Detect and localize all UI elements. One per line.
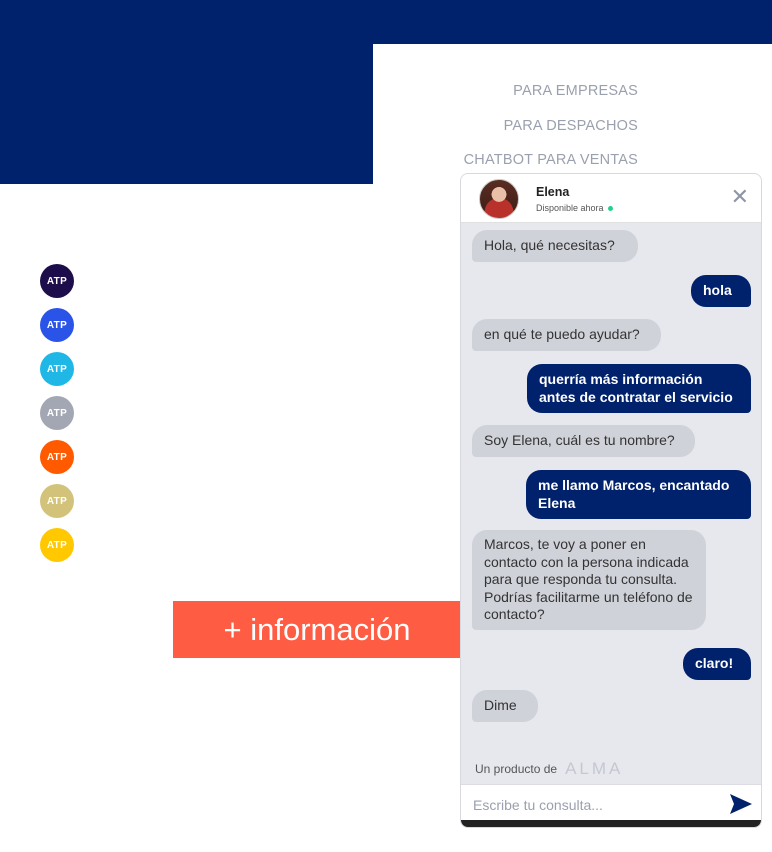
more-info-button[interactable]: + información bbox=[173, 601, 461, 658]
atp-logo: ATP bbox=[40, 440, 74, 474]
agent-status-text: Disponible ahora bbox=[536, 203, 604, 213]
user-message: claro! bbox=[683, 648, 751, 680]
powered-by-text: Un producto de bbox=[475, 762, 558, 776]
chat-input-row bbox=[461, 784, 761, 823]
hero-block bbox=[0, 44, 373, 184]
bot-message: en qué te puedo ayudar? bbox=[472, 319, 661, 351]
user-message: querría más información antes de contrat… bbox=[527, 364, 751, 413]
bot-message: Dime bbox=[472, 690, 538, 722]
chat-header: Elena Disponible ahora ✕ bbox=[461, 174, 761, 223]
avatar bbox=[479, 179, 519, 219]
main-nav: PARA EMPRESAS PARA DESPACHOS CHATBOT PAR… bbox=[464, 74, 638, 178]
atp-logo: ATP bbox=[40, 528, 74, 562]
bot-message: Soy Elena, cuál es tu nombre? bbox=[472, 425, 695, 457]
hero-top-band bbox=[0, 0, 772, 44]
bot-message: Hola, qué necesitas? bbox=[472, 230, 638, 262]
chat-widget: Elena Disponible ahora ✕ Hola, qué neces… bbox=[460, 173, 762, 828]
user-message: me llamo Marcos, encantado Elena bbox=[526, 470, 751, 519]
chat-input[interactable] bbox=[471, 793, 725, 817]
nav-item-empresas[interactable]: PARA EMPRESAS bbox=[464, 74, 638, 109]
atp-logo: ATP bbox=[40, 264, 74, 298]
close-icon[interactable]: ✕ bbox=[731, 186, 749, 208]
alma-logo: ALMA bbox=[565, 759, 624, 778]
agent-status: Disponible ahora bbox=[536, 203, 613, 213]
bot-message: Marcos, te voy a poner en contacto con l… bbox=[472, 530, 706, 630]
client-logos: ATP ATP ATP ATP ATP ATP ATP bbox=[40, 264, 74, 572]
chat-bottom-bar bbox=[461, 820, 761, 827]
atp-logo: ATP bbox=[40, 308, 74, 342]
online-dot-icon bbox=[607, 206, 613, 212]
agent-name: Elena bbox=[536, 185, 570, 199]
atp-logo: ATP bbox=[40, 484, 74, 518]
user-message: hola bbox=[691, 275, 751, 307]
atp-logo: ATP bbox=[40, 352, 74, 386]
send-icon[interactable] bbox=[729, 793, 753, 815]
powered-by: Un producto de ALMA bbox=[475, 759, 623, 779]
nav-item-despachos[interactable]: PARA DESPACHOS bbox=[464, 109, 638, 144]
atp-logo: ATP bbox=[40, 396, 74, 430]
